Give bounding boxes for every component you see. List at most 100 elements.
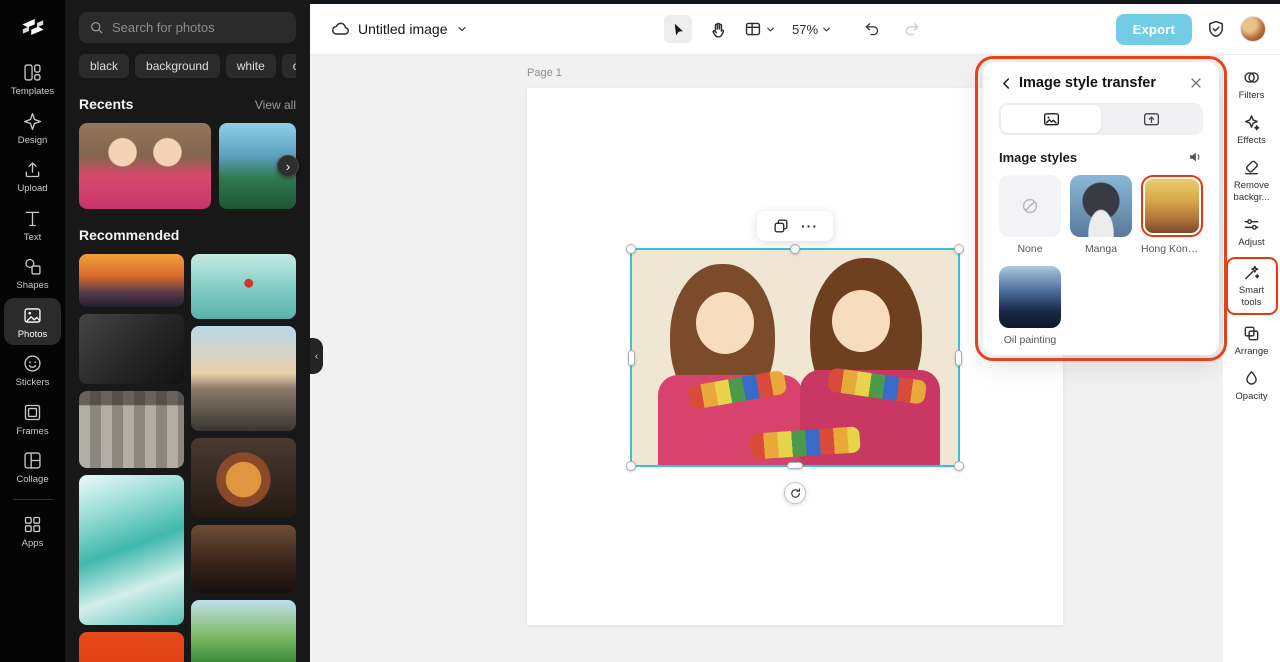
photo-thumbnail[interactable] [191, 326, 296, 431]
tag-chip[interactable]: background [135, 54, 220, 78]
style-option-hong-kong[interactable]: Hong Kong ... [1141, 175, 1203, 255]
smart-tools-icon [1245, 265, 1260, 280]
resize-handle-top-right[interactable] [954, 244, 964, 254]
sidebar-item-templates[interactable]: Templates [4, 55, 61, 103]
resize-handle-bottom[interactable] [787, 462, 803, 469]
text-icon [25, 211, 40, 226]
tag-chip[interactable]: black [79, 54, 130, 78]
back-chevron-icon[interactable] [999, 76, 1014, 91]
speaker-icon[interactable] [1187, 149, 1203, 165]
hand-tool-button[interactable] [704, 15, 732, 43]
tool-remove-background[interactable]: Remove backgr... [1226, 158, 1278, 204]
redo-button[interactable] [898, 15, 926, 43]
sidebar-item-label: Upload [17, 183, 48, 194]
chevron-down-icon[interactable] [456, 23, 468, 35]
cloud-save-icon[interactable] [330, 19, 350, 39]
sidebar-item-collage[interactable]: Collage [4, 443, 61, 491]
sidebar-item-design[interactable]: Design [4, 104, 61, 152]
nav-divider [12, 498, 53, 500]
search-input[interactable] [112, 20, 286, 35]
shield-check-icon[interactable] [1206, 19, 1226, 39]
tool-label: Filters [1238, 90, 1265, 101]
chevron-down-icon [767, 27, 774, 31]
adjust-icon [1244, 218, 1259, 230]
photo-thumbnail[interactable] [191, 254, 296, 319]
tool-arrange[interactable]: Arrange [1226, 324, 1278, 358]
filters-icon [1244, 72, 1259, 83]
resize-handle-top-left[interactable] [626, 244, 636, 254]
photo-thumbnail[interactable] [191, 525, 296, 593]
tool-label: Opacity [1235, 391, 1268, 402]
photo-thumbnail[interactable] [79, 254, 184, 307]
duplicate-icon[interactable] [772, 217, 790, 235]
sidebar-item-photos[interactable]: Photos [4, 297, 61, 345]
close-icon[interactable] [1189, 76, 1203, 90]
sidebar-item-frames[interactable]: Frames [4, 395, 61, 443]
zoom-level-value: 57% [791, 21, 819, 37]
tag-chip[interactable]: c [281, 54, 296, 78]
tool-effects[interactable]: Effects [1226, 113, 1278, 147]
sidebar-item-label: Templates [10, 86, 55, 97]
resize-handle-top[interactable] [790, 244, 800, 254]
photo-thumbnail[interactable] [79, 475, 184, 625]
recommended-photo-grid [79, 254, 296, 662]
search-bar[interactable] [79, 12, 296, 43]
search-tag-chips: black background white c [79, 54, 296, 78]
photo-thumbnail[interactable] [79, 391, 184, 468]
effects-icon [1245, 115, 1260, 131]
upload-icon [25, 162, 40, 178]
selected-image[interactable] [626, 244, 964, 471]
tool-opacity[interactable]: Opacity [1226, 369, 1278, 403]
design-icon [23, 112, 42, 130]
rotate-handle[interactable] [784, 482, 806, 504]
tool-group: 57% [663, 15, 926, 43]
carousel-next-button[interactable]: › [277, 155, 299, 177]
canvas-workspace[interactable]: Page 1 ‹ ··· Image style transfer Image … [310, 55, 1280, 662]
tab-preset-styles[interactable] [1001, 105, 1101, 133]
sidebar-item-apps[interactable]: Apps [4, 507, 61, 555]
image-style-transfer-panel: Image style transfer Image styles None M… [983, 62, 1219, 355]
user-avatar[interactable] [1240, 16, 1266, 42]
recent-photo-thumbnail[interactable] [79, 123, 211, 209]
sidebar-item-text[interactable]: Text [4, 201, 61, 249]
photo-thumbnail[interactable] [191, 438, 296, 518]
tag-chip[interactable]: white [225, 54, 276, 78]
photo-thumbnail[interactable] [79, 314, 184, 384]
resize-handle-bottom-left[interactable] [626, 461, 636, 471]
zoom-level-button[interactable]: 57% [788, 15, 836, 43]
sidebar-item-stickers[interactable]: Stickers [4, 346, 61, 394]
undo-button[interactable] [858, 15, 886, 43]
tool-label: Arrange [1234, 346, 1269, 358]
style-option-manga[interactable]: Manga [1070, 175, 1132, 255]
panel-collapse-handle[interactable]: ‹ [310, 338, 323, 374]
sidebar-item-shapes[interactable]: Shapes [4, 249, 61, 297]
sidebar-item-upload[interactable]: Upload [4, 152, 61, 200]
opacity-icon [1246, 370, 1257, 385]
select-tool-button[interactable] [663, 15, 692, 43]
more-options-icon[interactable]: ··· [801, 219, 818, 233]
capcut-logo-icon[interactable] [18, 12, 48, 47]
sidebar-item-label: Shapes [16, 280, 49, 291]
tool-smart-tools[interactable]: Smart tools [1225, 257, 1278, 316]
view-all-link[interactable]: View all [255, 98, 296, 112]
canvas-size-button[interactable] [744, 15, 776, 43]
section-title: Image styles [999, 149, 1078, 165]
style-option-none[interactable]: None [999, 175, 1061, 255]
photo-thumbnail[interactable] [79, 632, 184, 662]
tab-custom-style[interactable] [1101, 105, 1201, 133]
undo-icon [865, 23, 879, 36]
tool-filters[interactable]: Filters [1226, 68, 1278, 102]
tool-label: Effects [1237, 134, 1266, 146]
resize-handle-bottom-right[interactable] [954, 461, 964, 471]
photo-thumbnail[interactable] [191, 600, 296, 662]
document-title[interactable]: Untitled image [358, 21, 448, 37]
style-option-oil-painting[interactable]: Oil painting [999, 266, 1061, 346]
export-button[interactable]: Export [1115, 13, 1192, 45]
apps-icon [24, 516, 41, 532]
tool-adjust[interactable]: Adjust [1226, 215, 1278, 249]
style-option-label: Manga [1084, 243, 1118, 255]
resize-handle-left[interactable] [628, 349, 635, 366]
none-icon [1022, 198, 1038, 214]
resize-handle-right[interactable] [955, 349, 962, 366]
sidebar-item-label: Photos [17, 328, 48, 340]
